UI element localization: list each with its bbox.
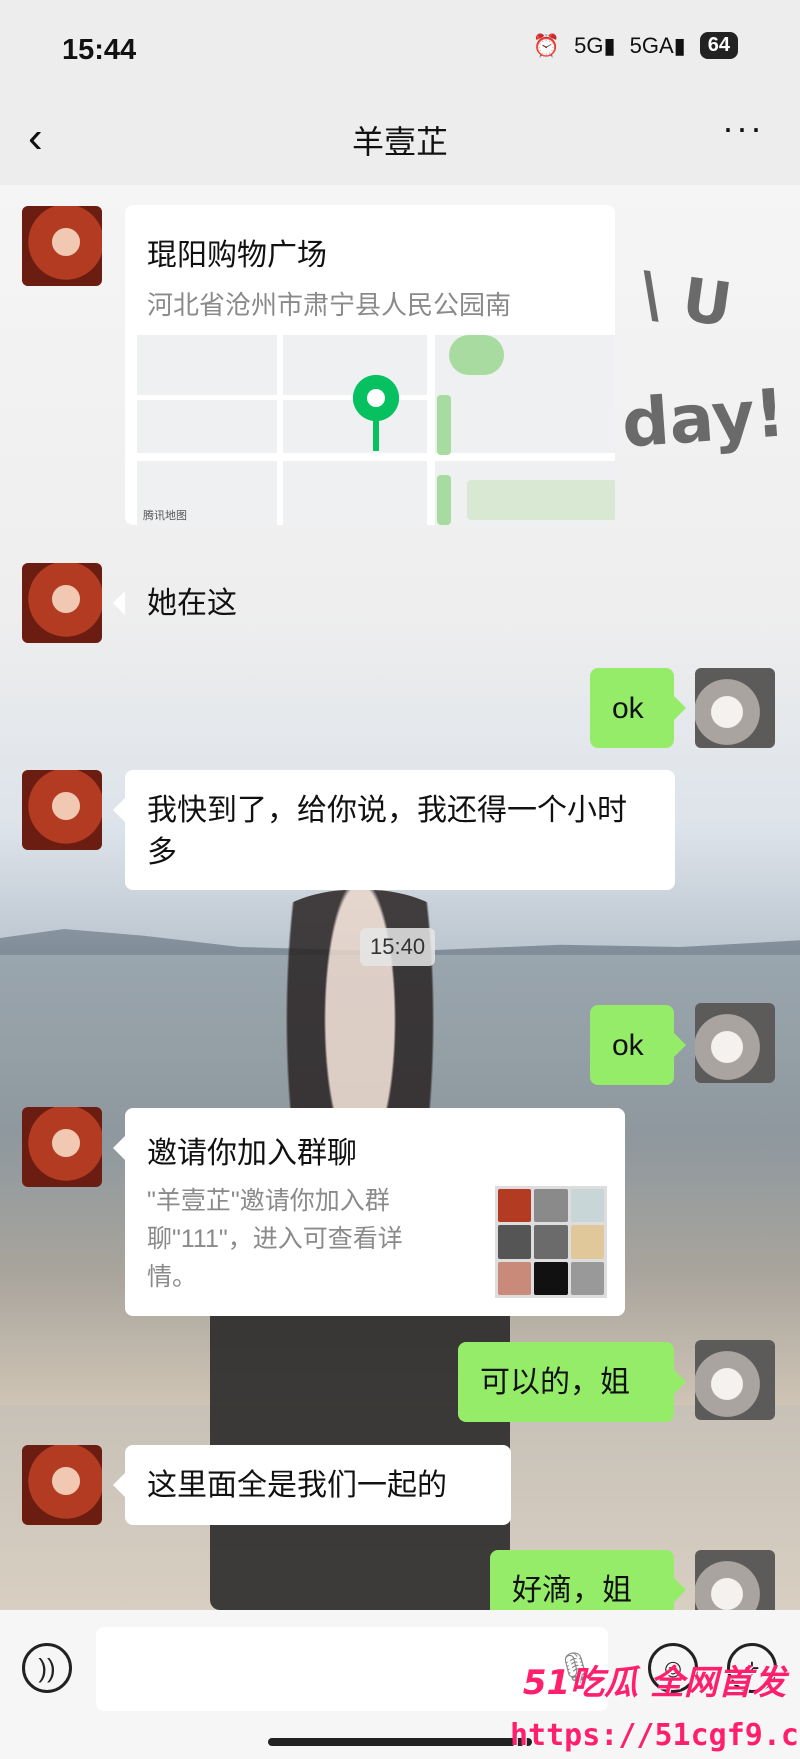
message-bubble-sent: ok bbox=[590, 668, 686, 748]
location-card[interactable]: 琨阳购物广场 河北省沧州市肃宁县人民公园南 腾讯地图 bbox=[125, 205, 615, 525]
signal-5ga-icon: 5GA▮ bbox=[629, 32, 686, 58]
location-name: 琨阳购物广场 bbox=[147, 239, 327, 272]
contact-avatar[interactable] bbox=[22, 206, 102, 286]
watermark-url: https://51cgf9.com bbox=[510, 1718, 800, 1753]
map-pin-icon bbox=[353, 375, 399, 421]
contact-avatar[interactable] bbox=[22, 563, 102, 643]
status-time: 15:44 bbox=[62, 34, 137, 66]
more-icon[interactable]: ··· bbox=[722, 107, 764, 149]
contact-avatar[interactable] bbox=[22, 770, 102, 850]
message-bubble-received: 我快到了，给你说，我还得一个小时多 bbox=[113, 770, 675, 890]
my-avatar[interactable] bbox=[695, 1340, 775, 1420]
signal-5g-icon: 5G▮ bbox=[574, 32, 616, 58]
watermark-brand: 51吃瓜 全网首发 bbox=[522, 1663, 786, 1703]
chat-title: 羊壹芷 bbox=[351, 124, 448, 160]
invite-title: 邀请你加入群聊 bbox=[147, 1137, 357, 1170]
my-avatar[interactable] bbox=[695, 1003, 775, 1083]
home-indicator bbox=[268, 1738, 532, 1746]
my-avatar[interactable] bbox=[695, 668, 775, 748]
status-bar: 15:44 ⏰ 5G▮ 5GA▮ 64 bbox=[0, 0, 800, 95]
location-address: 河北省沧州市肃宁县人民公园南 bbox=[147, 290, 512, 320]
map-brand: 腾讯地图 bbox=[143, 510, 187, 522]
chat-header: ‹ 羊壹芷 ··· bbox=[0, 95, 800, 185]
message-bubble-received: 她在这 bbox=[113, 563, 259, 645]
contact-avatar[interactable] bbox=[22, 1445, 102, 1525]
message-timestamp: 15:40 bbox=[360, 928, 436, 966]
group-invite-card[interactable]: 邀请你加入群聊 "羊壹芷"邀请你加入群聊"111"，进入可查看详情。 bbox=[113, 1108, 625, 1316]
battery-icon: 64 bbox=[699, 32, 738, 59]
message-bubble-sent: ok bbox=[590, 1005, 686, 1085]
map-pin-stem bbox=[373, 419, 379, 451]
alarm-icon: ⏰ bbox=[532, 32, 561, 58]
status-icons: ⏰ 5G▮ 5GA▮ 64 bbox=[533, 32, 738, 59]
invite-description: "羊壹芷"邀请你加入群聊"111"，进入可查看详情。 bbox=[147, 1187, 403, 1291]
message-bubble-sent: 可以的，姐 bbox=[458, 1342, 686, 1422]
wallpaper-doodle-face: \ U bbox=[635, 258, 736, 342]
message-bubble-received: 这里面全是我们一起的 bbox=[113, 1445, 511, 1525]
location-map: 腾讯地图 bbox=[137, 335, 615, 525]
wallpaper-doodle-text: day! bbox=[619, 374, 788, 463]
voice-icon[interactable]: )) bbox=[22, 1643, 72, 1693]
group-avatar-grid bbox=[495, 1186, 607, 1298]
contact-avatar[interactable] bbox=[22, 1107, 102, 1187]
